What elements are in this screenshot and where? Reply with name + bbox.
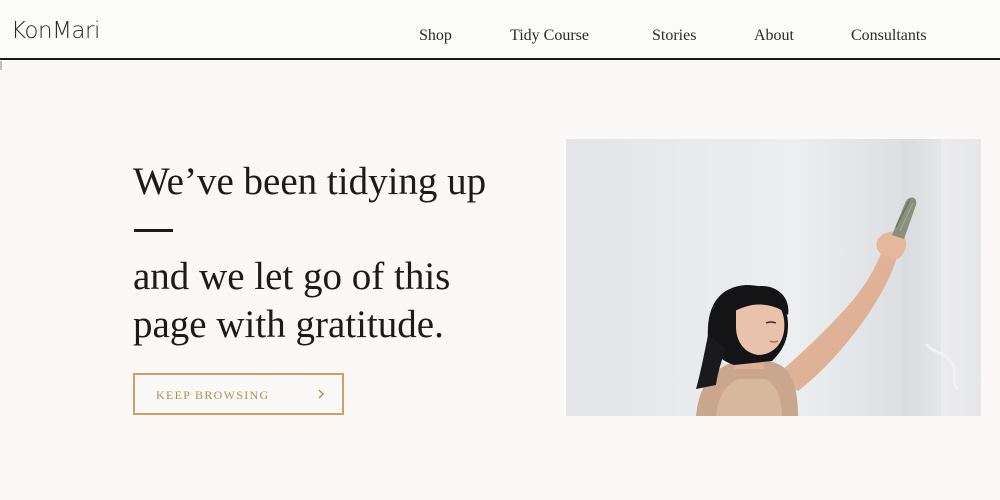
nav-item-consultants[interactable]: Consultants (851, 26, 927, 46)
hero-subheadline: and we let go of this page with gratitud… (133, 253, 533, 349)
hero-photo (566, 139, 981, 416)
chevron-right-icon (318, 389, 324, 399)
hero-headline: We’ve been tidying up (133, 160, 487, 203)
nav-item-shop[interactable]: Shop (419, 26, 452, 46)
nav-item-stories[interactable]: Stories (652, 26, 696, 46)
site-header: KonMari Shop Tidy Course Stories About C… (0, 0, 1000, 60)
keep-browsing-button[interactable]: KEEP BROWSING (133, 373, 344, 415)
error-page: KonMari Shop Tidy Course Stories About C… (0, 0, 1000, 500)
keep-browsing-label: KEEP BROWSING (156, 388, 270, 402)
nav-item-tidy-course[interactable]: Tidy Course (510, 26, 589, 46)
nav-item-about[interactable]: About (754, 26, 794, 46)
subheadline-line-2: page with gratitude. (133, 303, 444, 346)
main-nav: Shop Tidy Course Stories About Consultan… (0, 26, 1000, 48)
edge-divider (0, 61, 2, 70)
subheadline-line-1: and we let go of this (133, 255, 451, 298)
headline-dash (134, 229, 173, 232)
woman-with-sage-illustration (566, 139, 981, 416)
